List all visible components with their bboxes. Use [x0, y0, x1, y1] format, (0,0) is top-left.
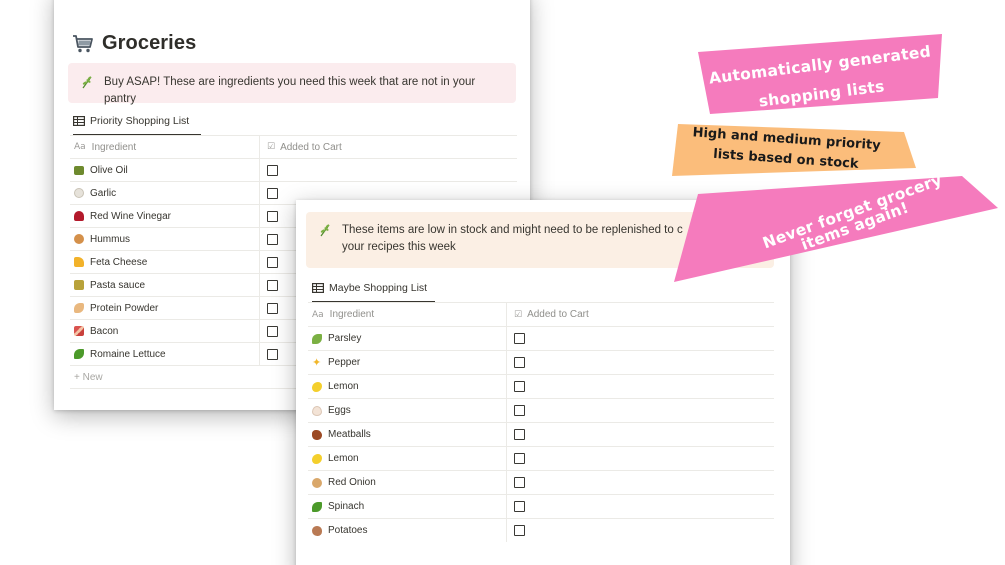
egg-icon: [312, 405, 322, 416]
added-to-cart-checkbox[interactable]: [514, 477, 525, 488]
potato-icon: [312, 525, 322, 536]
ingredient-name: Garlic: [90, 187, 117, 199]
lettuce-icon: [74, 349, 84, 359]
priority-callout-text: Buy ASAP! These are ingredients you need…: [104, 76, 476, 105]
ingredient-name: Meatballs: [328, 429, 371, 440]
column-header-added-to-cart[interactable]: ☑ Added to Cart: [260, 136, 342, 158]
added-to-cart-checkbox[interactable]: [267, 164, 278, 176]
tab-label: Maybe Shopping List: [329, 282, 428, 294]
hummus-icon: [74, 234, 84, 244]
ingredient-name: Pasta sauce: [90, 279, 146, 291]
table-row[interactable]: Lemon: [308, 374, 774, 398]
garlic-icon: [74, 188, 84, 198]
table-row[interactable]: Meatballs: [308, 422, 774, 446]
added-to-cart-checkbox[interactable]: [267, 233, 278, 245]
cheese-icon: [74, 257, 84, 267]
table-icon: [312, 283, 324, 293]
bacon-icon: [74, 326, 84, 336]
added-to-cart-checkbox[interactable]: [514, 333, 525, 344]
table-row[interactable]: Parsley: [308, 326, 774, 350]
added-to-cart-checkbox[interactable]: [514, 429, 525, 440]
ingredient-name: Pepper: [328, 357, 361, 368]
new-row-label: + New: [74, 371, 103, 383]
leafy-green-icon: [312, 501, 322, 512]
ingredient-name: Lemon: [328, 453, 359, 464]
herb-icon: [82, 76, 92, 89]
ingredient-name: Romaine Lettuce: [90, 348, 166, 360]
tab-label: Priority Shopping List: [90, 115, 190, 127]
lemon-icon: [312, 453, 322, 464]
table-row[interactable]: Olive Oil: [70, 158, 517, 181]
added-to-cart-checkbox[interactable]: [267, 187, 278, 199]
added-to-cart-checkbox[interactable]: [267, 279, 278, 291]
priority-callout: Buy ASAP! These are ingredients you need…: [68, 63, 516, 105]
ingredient-name: Protein Powder: [90, 302, 159, 314]
herb-icon: [312, 333, 322, 344]
sparkles-icon: ✦: [312, 355, 322, 369]
marketing-collage: Groceries Buy ASAP! These are ingredient…: [0, 0, 1005, 565]
priority-lists-banner: High and medium priority lists based on …: [672, 118, 916, 182]
table-row[interactable]: Red Onion: [308, 470, 774, 494]
table-header-row: Aa Ingredient ☑ Added to Cart: [308, 302, 774, 326]
never-forget-banner: Never forget grocery items again!: [672, 171, 998, 282]
ingredient-name: Parsley: [328, 333, 362, 344]
added-to-cart-checkbox[interactable]: [267, 210, 278, 222]
ingredient-name: Eggs: [328, 405, 351, 416]
ingredient-name: Olive Oil: [90, 164, 128, 176]
added-to-cart-checkbox[interactable]: [514, 453, 525, 464]
ingredient-name: Spinach: [328, 501, 365, 512]
shopping-cart-icon: [73, 34, 93, 52]
added-to-cart-checkbox[interactable]: [267, 325, 278, 337]
meat-icon: [312, 429, 322, 440]
table-row[interactable]: ✦ Pepper: [308, 350, 774, 374]
page-title: Groceries: [72, 32, 196, 55]
ingredient-name: Hummus: [90, 233, 131, 245]
ingredient-name: Bacon: [90, 325, 119, 337]
text-property-icon: Aa: [74, 142, 86, 152]
maybe-table: Aa Ingredient ☑ Added to Cart Parsley ✦ P…: [308, 302, 774, 542]
added-to-cart-checkbox[interactable]: [514, 525, 525, 536]
added-to-cart-checkbox[interactable]: [267, 302, 278, 314]
tab-priority-shopping-list[interactable]: Priority Shopping List: [73, 115, 202, 136]
table-icon: [73, 116, 85, 126]
added-to-cart-checkbox[interactable]: [267, 348, 278, 360]
added-to-cart-checkbox[interactable]: [514, 357, 525, 368]
added-to-cart-checkbox[interactable]: [267, 256, 278, 268]
checkbox-property-icon: ☑: [514, 309, 523, 320]
added-to-cart-checkbox[interactable]: [514, 501, 525, 512]
flexed-arm-icon: [74, 303, 84, 313]
added-to-cart-checkbox[interactable]: [514, 405, 525, 416]
table-header-row: Aa Ingredient ☑ Added to Cart: [70, 135, 517, 158]
column-header-added-to-cart[interactable]: ☑ Added to Cart: [507, 303, 589, 326]
column-header-ingredient[interactable]: Aa Ingredient: [70, 136, 260, 158]
ingredient-name: Feta Cheese: [90, 256, 148, 268]
table-row[interactable]: Potatoes: [308, 518, 774, 542]
added-to-cart-checkbox[interactable]: [514, 381, 525, 392]
tab-maybe-shopping-list[interactable]: Maybe Shopping List: [312, 282, 436, 303]
wine-glass-icon: [74, 211, 84, 221]
column-header-ingredient[interactable]: Aa Ingredient: [308, 303, 507, 326]
olive-icon: [74, 165, 84, 175]
onion-icon: [312, 477, 322, 488]
checkbox-property-icon: ☑: [267, 142, 276, 152]
lemon-icon: [312, 381, 322, 392]
ingredient-name: Red Wine Vinegar: [90, 210, 171, 222]
herb-icon: [320, 224, 330, 237]
text-property-icon: Aa: [312, 309, 324, 320]
page-title-text: Groceries: [102, 32, 197, 54]
ingredient-name: Red Onion: [328, 477, 376, 488]
maybe-callout-text: These items are low in stock and might n…: [342, 224, 683, 253]
jar-icon: [74, 280, 84, 290]
table-row[interactable]: Eggs: [308, 398, 774, 422]
ingredient-name: Lemon: [328, 381, 359, 392]
table-row[interactable]: Lemon: [308, 446, 774, 470]
automatic-lists-banner: Automatically generated shopping lists: [692, 34, 950, 114]
ingredient-name: Potatoes: [328, 525, 368, 536]
table-row[interactable]: Spinach: [308, 494, 774, 518]
